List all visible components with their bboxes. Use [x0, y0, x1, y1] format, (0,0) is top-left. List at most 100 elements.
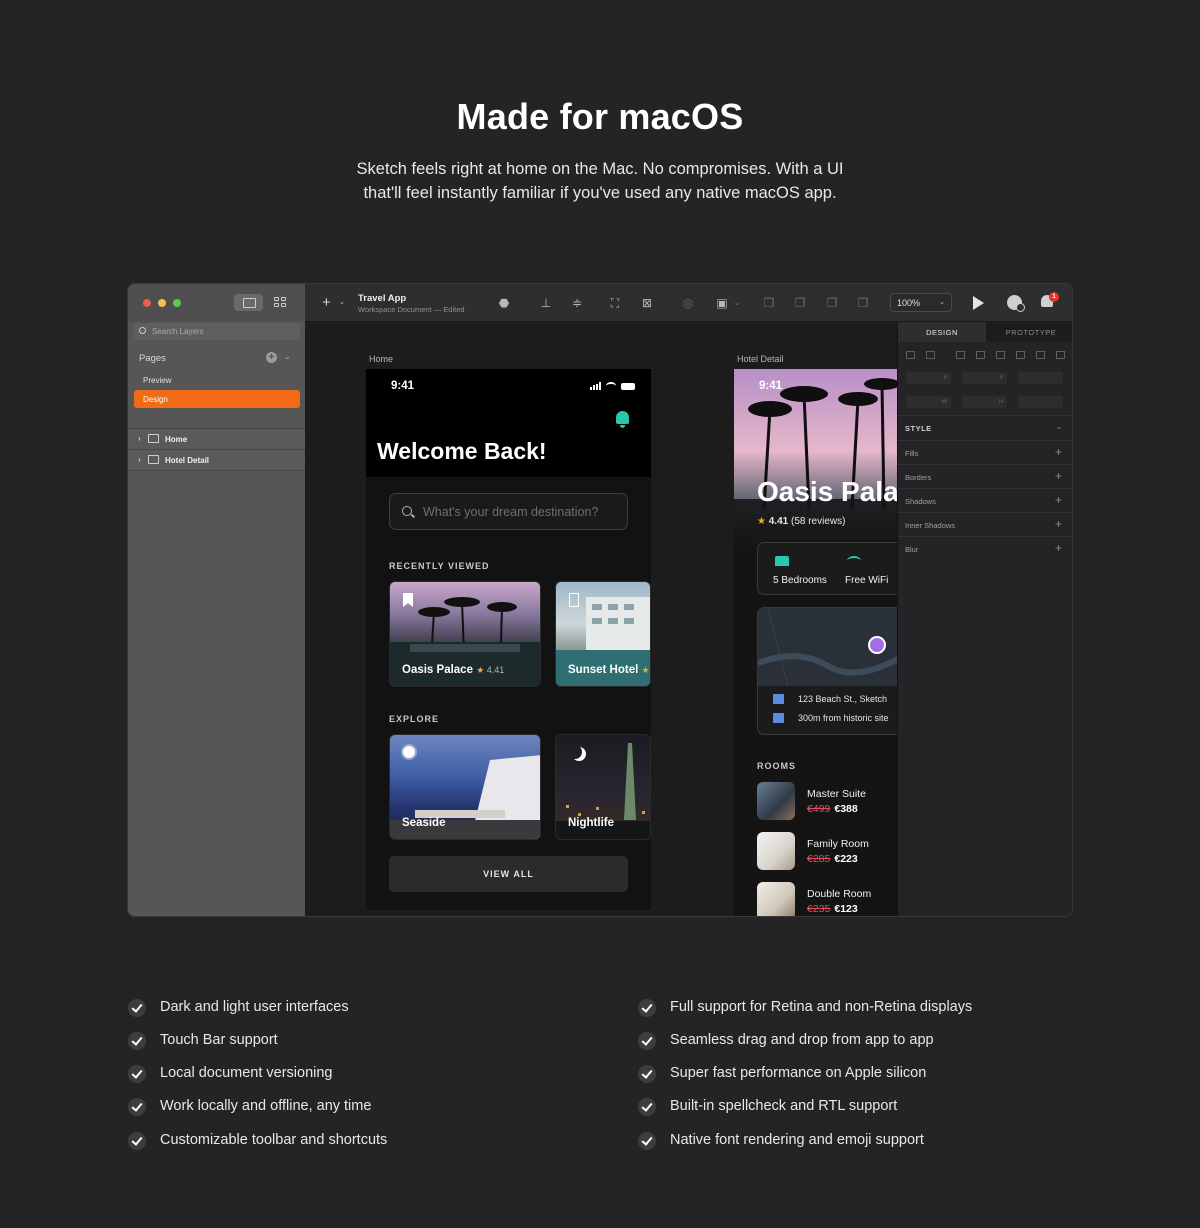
design-canvas[interactable]: Home Hotel Detail 9:41 Welcome Back! Wha… — [305, 322, 897, 916]
landmark-line: 300m from historic site — [773, 713, 889, 723]
distribute-vertical-icon[interactable] — [1056, 351, 1065, 359]
collaborate-icon[interactable] — [1007, 295, 1025, 312]
hotel-card[interactable]: Sunset Hotel ★ — [555, 581, 651, 687]
chevron-right-icon[interactable]: › — [138, 434, 141, 443]
mask-icon[interactable]: ⊠ — [639, 295, 655, 311]
subtract-icon[interactable]: ❐ — [792, 295, 808, 311]
destination-search-input[interactable]: What's your dream destination? — [389, 493, 628, 530]
status-icons — [590, 382, 638, 390]
minimize-window-button[interactable] — [158, 299, 166, 307]
home-artboard[interactable]: 9:41 Welcome Back! What's your dream des… — [366, 369, 651, 910]
chevron-down-icon[interactable]: ⌄ — [339, 298, 345, 306]
artboard-icon — [148, 455, 159, 464]
symbol-icon[interactable]: ⬣ — [496, 295, 512, 311]
bell-icon[interactable] — [616, 411, 629, 428]
chevron-down-icon[interactable]: ⌄ — [729, 295, 745, 311]
chevron-right-icon[interactable]: › — [138, 455, 141, 464]
star-icon: ★ — [757, 516, 766, 527]
search-icon — [139, 327, 146, 334]
layer-item-hotel-detail[interactable]: › Hotel Detail — [128, 450, 305, 470]
play-icon[interactable] — [973, 296, 984, 310]
x-field[interactable]: X — [906, 372, 951, 384]
align-left-icon[interactable] — [906, 351, 915, 359]
status-time: 9:41 — [391, 380, 415, 392]
view-all-button[interactable]: VIEW ALL — [389, 856, 628, 892]
insert-plus-icon[interactable]: + — [322, 294, 331, 311]
tab-prototype[interactable]: PROTOTYPE — [987, 322, 1072, 342]
notification-badge: 1 — [1049, 292, 1059, 302]
intersect-icon[interactable]: ❐ — [824, 295, 840, 311]
search-placeholder: What's your dream destination? — [423, 505, 599, 519]
h-field[interactable]: H — [962, 396, 1007, 408]
arrange-icon[interactable]: ▣ — [714, 295, 730, 311]
layer-item-home[interactable]: › Home — [128, 429, 305, 449]
zoom-select[interactable]: 100% ⌄ — [890, 293, 952, 312]
canvas-view-toggle[interactable] — [234, 294, 263, 311]
borders-row[interactable]: Borders + — [898, 464, 1072, 488]
hotel-detail-artboard[interactable]: 9:41 Oasis Palace ★ 4.41 (58 reviews) 5 … — [734, 369, 897, 916]
align-top-icon[interactable] — [976, 351, 985, 359]
difference-icon[interactable]: ❐ — [855, 295, 871, 311]
search-layers-input[interactable]: Search Layers — [134, 323, 300, 340]
welcome-title: Welcome Back! — [377, 438, 547, 464]
rotation-field[interactable] — [1018, 372, 1063, 384]
union-icon[interactable]: ❐ — [761, 295, 777, 311]
align-right-icon[interactable] — [956, 351, 965, 359]
document-subtitle: Workspace Document — Edited — [358, 305, 465, 314]
room-item[interactable]: Family Room €285 €223 — [757, 832, 897, 872]
room-thumbnail — [757, 782, 795, 820]
style-section-title: STYLE — [905, 424, 932, 433]
blur-row[interactable]: Blur + — [898, 536, 1072, 560]
room-item[interactable]: Double Room €235 €123 — [757, 882, 897, 916]
fills-row[interactable]: Fills + — [898, 440, 1072, 464]
zoom-window-button[interactable] — [173, 299, 181, 307]
y-field[interactable]: Y — [962, 372, 1007, 384]
align-middle-icon[interactable] — [996, 351, 1005, 359]
explore-card[interactable]: Nightlife — [555, 734, 651, 840]
divider — [128, 470, 305, 471]
battery-icon — [621, 383, 635, 390]
grid-view-icon[interactable] — [274, 297, 286, 308]
align-bottom-icon[interactable]: ⊥ — [538, 295, 554, 311]
w-field[interactable]: W — [906, 396, 951, 408]
page-item-design[interactable]: Design — [134, 390, 300, 408]
flip-controls[interactable] — [1018, 396, 1063, 408]
artboard-label-hotel-detail[interactable]: Hotel Detail — [737, 354, 784, 364]
add-page-icon[interactable]: + — [266, 352, 277, 363]
explore-card-name: Nightlife — [568, 817, 614, 829]
location-map-card[interactable]: 123 Beach St., Sketch 300m from historic… — [757, 607, 897, 735]
recently-viewed-label: RECENTLY VIEWED — [389, 561, 490, 571]
artboard-label-home[interactable]: Home — [369, 354, 393, 364]
status-time: 9:41 — [759, 380, 783, 392]
check-icon — [128, 1065, 146, 1083]
artboard-icon — [148, 434, 159, 443]
page-item-preview[interactable]: Preview — [134, 371, 300, 389]
amenity-wifi: Free WiFi — [845, 575, 889, 586]
pages-header: Pages — [139, 353, 166, 364]
shadows-row[interactable]: Shadows + — [898, 488, 1072, 512]
inspector-panel: DESIGN PROTOTYPE X Y W H STYLE ⌄ Fills + … — [897, 322, 1072, 916]
address-line: 123 Beach St., Sketch — [773, 694, 887, 704]
explore-card[interactable]: Seaside — [389, 734, 541, 840]
scale-icon[interactable]: ⛶ — [607, 295, 623, 311]
hotel-card[interactable]: Oasis Palace ★ 4.41 — [389, 581, 541, 687]
distribute-icon[interactable]: ≑ — [569, 295, 585, 311]
wifi-icon — [606, 382, 616, 390]
room-item[interactable]: Master Suite €499 €388 — [757, 782, 897, 822]
feature-item: Built-in spellcheck and RTL support — [670, 1098, 898, 1114]
chevron-down-icon[interactable]: ⌄ — [1056, 423, 1062, 431]
layers-sidebar: Search Layers Pages + ⌄ Preview Design ›… — [128, 284, 305, 916]
add-icon: + — [1055, 541, 1063, 555]
align-bottom-icon[interactable] — [1016, 351, 1025, 359]
bookmark-outline-icon[interactable] — [569, 593, 579, 607]
chevron-down-icon[interactable]: ⌄ — [284, 352, 291, 361]
hotel-rating: ★ 4.41 (58 reviews) — [757, 516, 846, 527]
distribute-horizontal-icon[interactable] — [1036, 351, 1045, 359]
inner-shadows-row[interactable]: Inner Shadows + — [898, 512, 1072, 536]
close-window-button[interactable] — [143, 299, 151, 307]
check-icon — [638, 1132, 656, 1150]
tab-design[interactable]: DESIGN — [898, 322, 986, 342]
rotate-icon[interactable]: ◎ — [680, 295, 696, 311]
align-center-icon[interactable] — [926, 351, 935, 359]
map-pin-icon[interactable] — [868, 636, 886, 654]
